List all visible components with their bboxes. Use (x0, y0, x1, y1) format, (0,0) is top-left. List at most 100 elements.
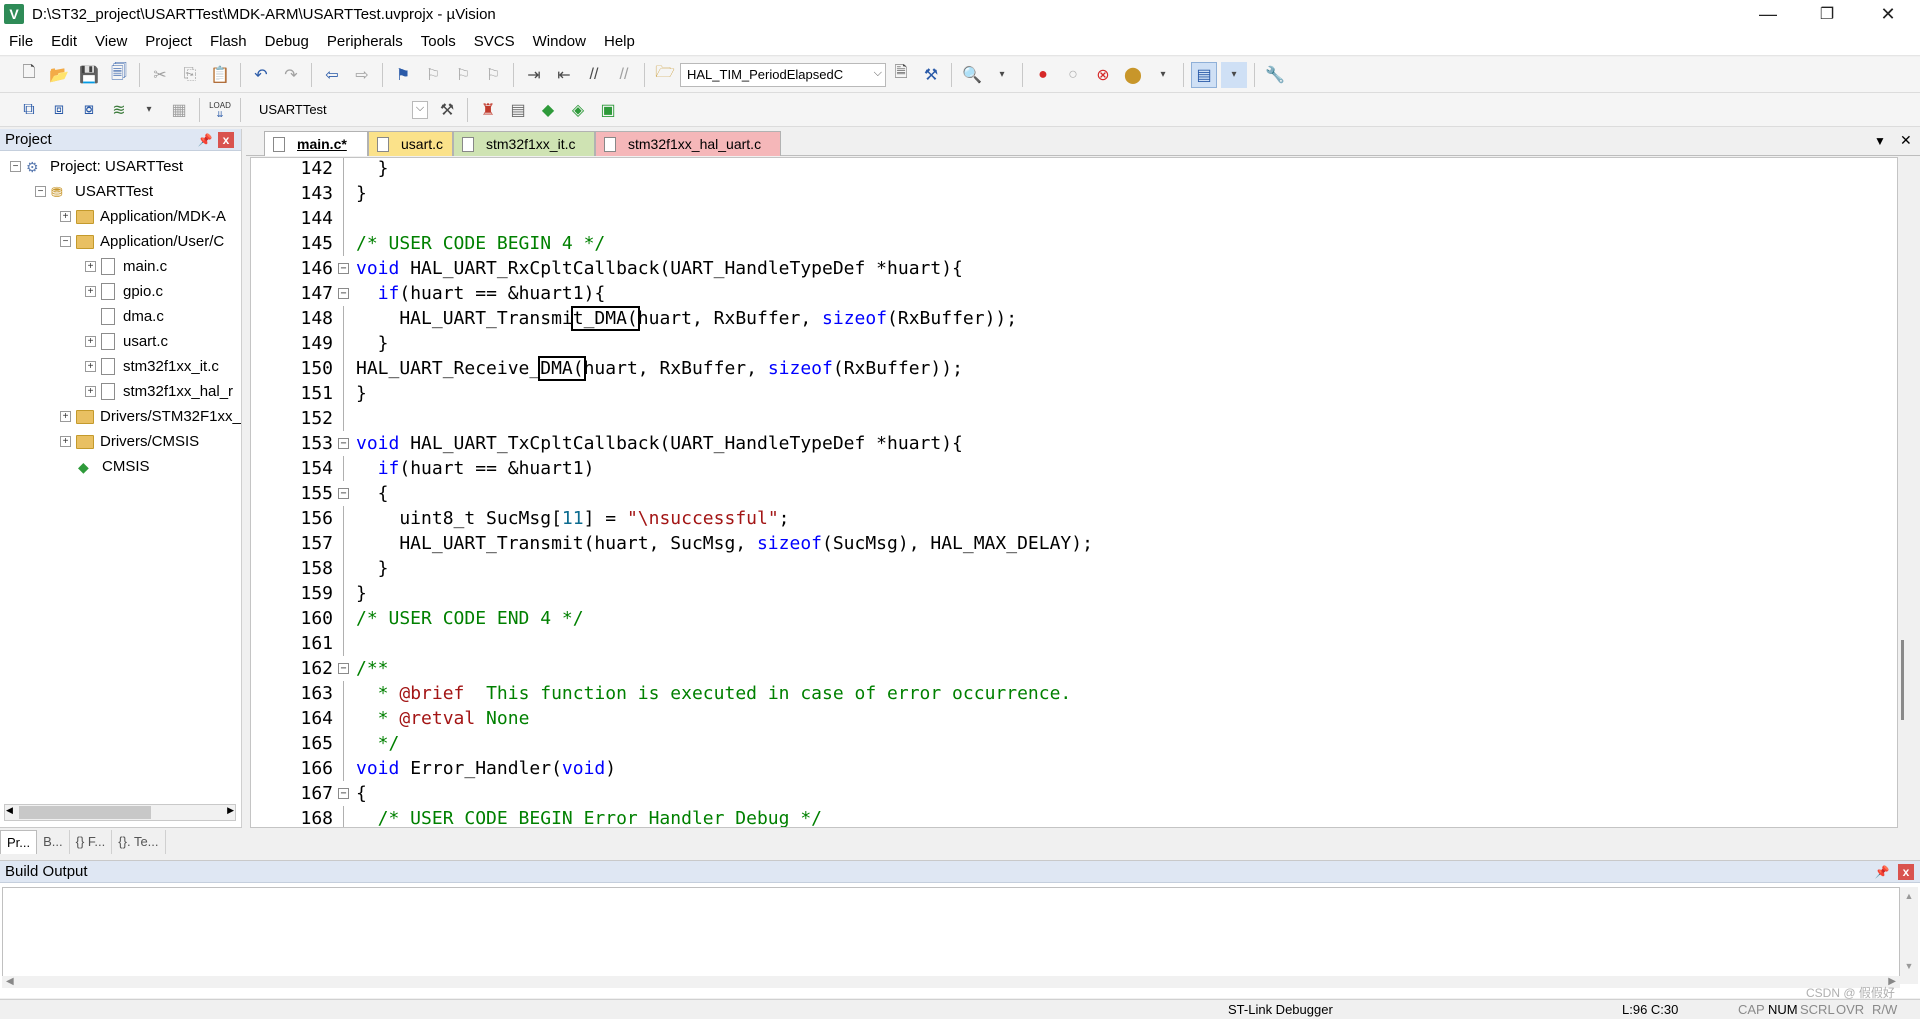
menu-window[interactable]: Window (524, 28, 595, 56)
find-in-files-icon[interactable]: 🗁 (652, 62, 678, 88)
expand-icon[interactable]: + (60, 436, 71, 447)
tab-list-dropdown-icon[interactable]: ▼ (1874, 134, 1886, 148)
dropdown-arrow-icon[interactable]: ▾ (989, 62, 1015, 88)
uncomment-icon[interactable]: // (611, 62, 637, 88)
tree-item-group[interactable]: + Drivers/STM32F1xx_ (0, 404, 241, 429)
dropdown-arrow-icon[interactable]: ▾ (1150, 62, 1176, 88)
close-icon[interactable]: x (1898, 864, 1914, 880)
manage-runtime-icon[interactable]: ◆ (535, 97, 561, 123)
tree-item-group[interactable]: + Drivers/CMSIS (0, 429, 241, 454)
comment-icon[interactable]: // (581, 62, 607, 88)
collapse-icon[interactable]: − (10, 161, 21, 172)
tab-templates[interactable]: {}. Te... (112, 830, 166, 854)
pin-icon[interactable]: 📌 (197, 132, 213, 148)
close-icon[interactable]: x (218, 132, 234, 148)
batch-build-icon[interactable]: ≋ (106, 97, 132, 123)
code-line[interactable]: 148 HAL_UART_Transmit_DMA(huart, RxBuffe… (251, 306, 1891, 331)
tree-item-target[interactable]: − ⛃ USARTTest (0, 179, 241, 204)
code-line[interactable]: 145 /* USER CODE BEGIN 4 */ (251, 231, 1891, 256)
scroll-left-icon[interactable]: ◀ (6, 976, 14, 987)
scroll-right-icon[interactable]: ▶ (227, 805, 234, 816)
disable-all-breakpoints-icon[interactable]: ⊗ (1090, 62, 1116, 88)
code-line[interactable]: 163 * @brief This function is executed i… (251, 681, 1891, 706)
collapse-icon[interactable]: − (35, 186, 46, 197)
debug-session-icon[interactable]: 🔍 (959, 62, 985, 88)
disable-breakpoint-icon[interactable]: ○ (1060, 62, 1086, 88)
new-file-icon[interactable]: 🗋 (16, 62, 42, 88)
fold-collapse-icon[interactable]: − (338, 288, 349, 299)
code-line[interactable]: 143} (251, 181, 1891, 206)
window-layout-icon[interactable]: ▤ (1191, 61, 1217, 88)
configure-icon[interactable]: 🔧 (1262, 62, 1288, 88)
code-line[interactable]: 144 (251, 206, 1891, 231)
code-line[interactable]: 147− if(huart == &huart1){ (251, 281, 1891, 306)
tab-usart-c[interactable]: usart.c (368, 131, 453, 156)
minimize-button[interactable]: — (1740, 0, 1796, 28)
find-icon[interactable]: 🗎 (888, 62, 914, 88)
rebuild-icon[interactable]: ⧇ (76, 97, 102, 123)
code-line[interactable]: 158 } (251, 556, 1891, 581)
find-combo[interactable]: HAL_TIM_PeriodElapsedC ⌵ (680, 62, 886, 87)
unindent-icon[interactable]: ⇤ (551, 62, 577, 88)
tab-main-c[interactable]: main.c* (264, 131, 368, 156)
stop-build-icon[interactable]: ▦ (166, 97, 192, 123)
target-options-icon[interactable]: ⚒ (434, 97, 460, 123)
code-line[interactable]: 165 */ (251, 731, 1891, 756)
dropdown-arrow-icon[interactable]: ▾ (136, 97, 162, 123)
editor-vertical-scrollbar-thumb[interactable] (1901, 640, 1904, 720)
save-icon[interactable]: 💾 (76, 62, 102, 88)
dropdown-arrow-icon[interactable]: ▾ (1221, 61, 1247, 88)
code-line[interactable]: 152 (251, 406, 1891, 431)
bookmark-icon[interactable]: ⚑ (390, 62, 416, 88)
tree-item-file[interactable]: + main.c (0, 254, 241, 279)
code-line[interactable]: 149 } (251, 331, 1891, 356)
code-line[interactable]: 159} (251, 581, 1891, 606)
paste-icon[interactable]: 📋 (207, 62, 233, 88)
menu-help[interactable]: Help (595, 28, 644, 56)
code-line[interactable]: 166 void Error_Handler(void) (251, 756, 1891, 781)
copy-icon[interactable]: ⎘ (177, 62, 203, 88)
build-output-vertical-scrollbar[interactable]: ▲ ▼ (1900, 887, 1918, 984)
code-line[interactable]: 154 if(huart == &huart1) (251, 456, 1891, 481)
incremental-find-icon[interactable]: ⚒ (918, 62, 944, 88)
tree-item-file[interactable]: + usart.c (0, 329, 241, 354)
expand-icon[interactable]: + (60, 211, 71, 222)
translate-icon[interactable]: ⧉ (16, 97, 42, 123)
menu-debug[interactable]: Debug (256, 28, 318, 56)
menu-flash[interactable]: Flash (201, 28, 256, 56)
code-line[interactable]: 155− { (251, 481, 1891, 506)
menu-svcs[interactable]: SVCS (465, 28, 524, 56)
pin-icon[interactable]: 📌 (1874, 864, 1890, 880)
build-output-horizontal-scrollbar[interactable]: ◀ ▶ (2, 976, 1900, 988)
build-icon[interactable]: ⧈ (46, 97, 72, 123)
menu-file[interactable]: File (0, 28, 42, 56)
target-combo[interactable]: USARTTest ⌵ (252, 98, 432, 122)
menu-view[interactable]: View (86, 28, 136, 56)
tree-item-file[interactable]: + gpio.c (0, 279, 241, 304)
code-line[interactable]: 150 HAL_UART_Receive_DMA(huart, RxBuffer,… (251, 356, 1891, 381)
menu-tools[interactable]: Tools (412, 28, 465, 56)
code-line[interactable]: 146− void HAL_UART_RxCpltCallback(UART_Ha… (251, 256, 1891, 281)
tab-stm32f1xx-it-c[interactable]: stm32f1xx_it.c (453, 131, 595, 156)
tab-books[interactable]: B... (37, 830, 70, 854)
restore-button[interactable]: ❐ (1799, 0, 1855, 28)
code-line[interactable]: 162−/** (251, 656, 1891, 681)
navigate-back-icon[interactable]: ⇦ (319, 62, 345, 88)
tab-functions[interactable]: {} F... (70, 830, 113, 854)
code-line[interactable]: 164 * @retval None (251, 706, 1891, 731)
save-all-icon[interactable]: 🗐 (106, 62, 132, 88)
tree-item-group[interactable]: − Application/User/C (0, 229, 241, 254)
fold-collapse-icon[interactable]: − (338, 488, 349, 499)
tree-item-component[interactable]: ◆ CMSIS (0, 454, 241, 479)
tree-item-group[interactable]: + Application/MDK-A (0, 204, 241, 229)
project-horizontal-scrollbar[interactable]: ◀ ▶ (4, 804, 236, 821)
code-editor[interactable]: 142 } 143} 144 145/* USER CODE BEGIN 4 */14… (250, 157, 1898, 828)
redo-icon[interactable]: ↷ (278, 62, 304, 88)
collapse-icon[interactable]: − (60, 236, 71, 247)
fold-collapse-icon[interactable]: − (338, 438, 349, 449)
expand-icon[interactable]: + (85, 336, 96, 347)
code-line[interactable]: 157 HAL_UART_Transmit(huart, SucMsg, siz… (251, 531, 1891, 556)
indent-icon[interactable]: ⇥ (521, 62, 547, 88)
breakpoint-icon[interactable]: ● (1030, 62, 1056, 88)
manage-components-icon[interactable]: ♜ (475, 97, 501, 123)
